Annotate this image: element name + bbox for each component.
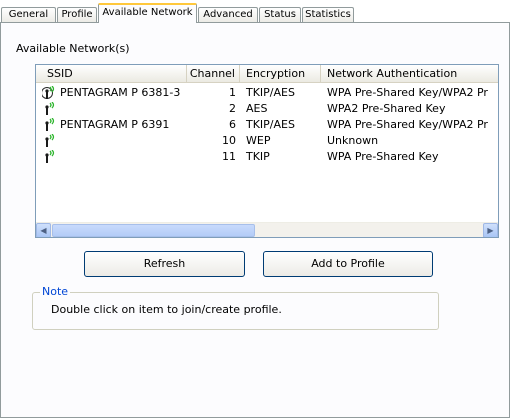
cell-auth: WPA2 Pre-Shared Key — [327, 102, 446, 115]
tab-status[interactable]: Status — [259, 7, 301, 22]
note-text: Double click on item to join/create prof… — [51, 303, 282, 316]
cell-ssid: PENTAGRAM P 6381-3 — [60, 86, 181, 99]
column-header-channel[interactable]: Channel — [187, 65, 240, 83]
section-title: Available Network(s) — [16, 42, 130, 55]
cell-ssid — [60, 101, 187, 117]
tab-profile[interactable]: Profile — [57, 7, 97, 22]
tab-advanced[interactable]: Advanced — [198, 7, 258, 22]
wifi-signal-icon — [42, 133, 56, 148]
column-header-network-authentication[interactable]: Network Authentication — [321, 65, 498, 83]
add-to-profile-button[interactable]: Add to Profile — [263, 251, 433, 277]
scroll-thumb[interactable] — [52, 224, 255, 237]
table-row[interactable]: PENTAGRAM P 6381-3 1 TKIP/AES WPA Pre-Share… — [36, 85, 498, 101]
cell-encryption: TKIP/AES — [246, 118, 295, 131]
refresh-button[interactable]: Refresh — [84, 251, 245, 277]
tab-available-network[interactable]: Available Network — [98, 3, 197, 23]
cell-channel: 11 — [222, 150, 236, 163]
table-row[interactable]: PENTAGRAM P 6391 6 TKIP/AES WPA Pre-Shared … — [36, 117, 498, 133]
cell-encryption: WEP — [246, 134, 271, 147]
table-row[interactable]: 11 TKIP WPA Pre-Shared Key — [36, 149, 498, 165]
note-legend: Note — [40, 285, 71, 298]
cell-channel: 1 — [229, 86, 236, 99]
cell-channel: 2 — [229, 102, 236, 115]
available-networks-list[interactable]: SSID Channel Encryption Network Authenti… — [35, 64, 499, 238]
wifi-connected-icon — [41, 85, 56, 100]
scroll-right-icon[interactable]: ▶ — [483, 223, 498, 237]
cell-encryption: AES — [246, 102, 268, 115]
cell-encryption: TKIP — [246, 150, 270, 163]
tab-statistics[interactable]: Statistics — [302, 7, 354, 22]
cell-ssid — [60, 133, 187, 149]
tab-strip: General Profile Available Network Advanc… — [0, 0, 515, 23]
cell-encryption: TKIP/AES — [246, 86, 295, 99]
scroll-left-icon[interactable]: ◀ — [36, 223, 51, 237]
wifi-signal-icon — [42, 149, 56, 164]
list-header: SSID Channel Encryption Network Authenti… — [36, 65, 498, 83]
column-header-ssid[interactable]: SSID — [36, 65, 187, 83]
tab-general[interactable]: General — [1, 7, 56, 22]
wifi-signal-icon — [42, 117, 56, 132]
cell-auth: WPA Pre-Shared Key/WPA2 Pr — [327, 86, 488, 99]
cell-ssid: PENTAGRAM P 6391 — [60, 118, 170, 131]
cell-ssid — [60, 149, 187, 165]
column-header-encryption[interactable]: Encryption — [240, 65, 321, 83]
cell-channel: 6 — [229, 118, 236, 131]
cell-auth: WPA Pre-Shared Key — [327, 150, 439, 163]
table-row[interactable]: 2 AES WPA2 Pre-Shared Key — [36, 101, 498, 117]
horizontal-scrollbar[interactable]: ◀ ▶ — [36, 222, 498, 237]
cell-auth: WPA Pre-Shared Key/WPA2 Pr — [327, 118, 488, 131]
wifi-signal-icon — [42, 101, 56, 116]
cell-channel: 10 — [222, 134, 236, 147]
table-row[interactable]: 10 WEP Unknown — [36, 133, 498, 149]
cell-auth: Unknown — [327, 134, 379, 147]
